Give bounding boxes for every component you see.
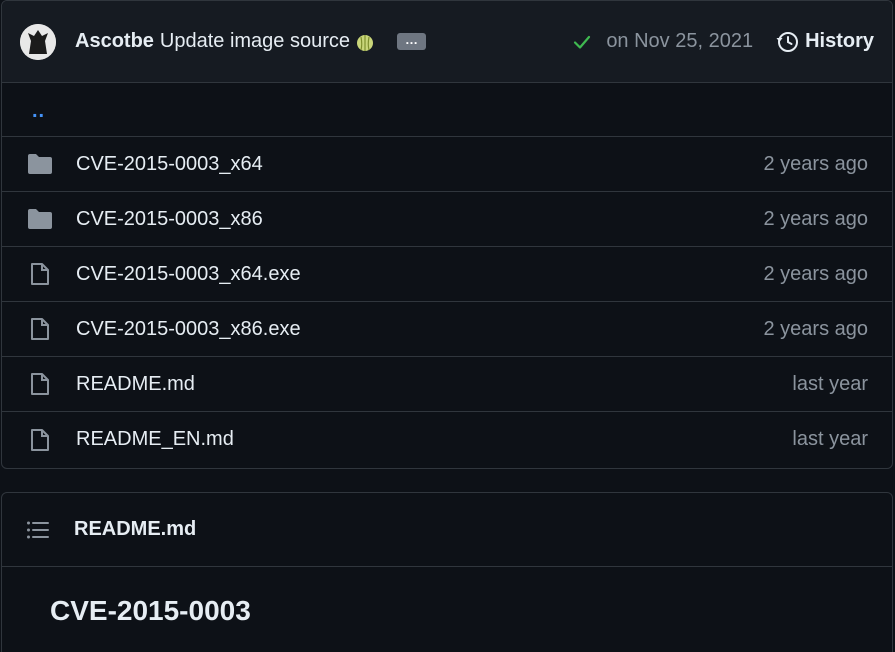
melon-emoji-icon	[355, 32, 375, 52]
last-modified: 2 years ago	[763, 207, 868, 230]
commit-author-link[interactable]: Ascotbe	[75, 30, 154, 53]
list-unordered-icon[interactable]	[26, 520, 50, 540]
check-icon[interactable]	[572, 32, 592, 52]
history-button[interactable]: History	[775, 30, 874, 54]
file-list: CVE-2015-0003_x64 2 years ago CVE-2015-0…	[2, 137, 892, 467]
file-name-link[interactable]: README_EN.md	[76, 428, 234, 451]
commit-message-link[interactable]: Update image source	[160, 30, 350, 53]
last-modified: last year	[792, 372, 868, 395]
file-name-link[interactable]: README.md	[76, 373, 195, 396]
latest-commit-bar: Ascotbe Update image source … on Nov 25,…	[2, 1, 892, 83]
commit-date[interactable]: on Nov 25, 2021	[606, 30, 753, 53]
history-icon	[776, 31, 799, 52]
parent-directory-link[interactable]: ..	[32, 100, 45, 123]
history-label: History	[805, 30, 874, 52]
readme-heading: CVE-2015-0003	[50, 595, 251, 626]
file-name-link[interactable]: CVE-2015-0003_x64.exe	[76, 263, 301, 286]
last-modified: 2 years ago	[763, 317, 868, 340]
readme-panel: README.md CVE-2015-0003	[1, 492, 893, 652]
file-name-link[interactable]: CVE-2015-0003_x86	[76, 208, 263, 231]
table-row[interactable]: CVE-2015-0003_x64 2 years ago	[2, 137, 892, 192]
file-icon	[26, 372, 54, 396]
table-row[interactable]: CVE-2015-0003_x64.exe 2 years ago	[2, 247, 892, 302]
file-name-link[interactable]: CVE-2015-0003_x86.exe	[76, 318, 301, 341]
file-icon	[26, 262, 54, 286]
table-row[interactable]: CVE-2015-0003_x86 2 years ago	[2, 192, 892, 247]
table-row[interactable]: CVE-2015-0003_x86.exe 2 years ago	[2, 302, 892, 357]
readme-title[interactable]: README.md	[74, 518, 196, 541]
folder-icon	[26, 207, 54, 231]
file-name-link[interactable]: CVE-2015-0003_x64	[76, 153, 263, 176]
folder-icon	[26, 152, 54, 176]
table-row[interactable]: README.md last year	[2, 357, 892, 412]
avatar[interactable]	[20, 23, 56, 60]
file-icon	[26, 317, 54, 341]
last-modified: 2 years ago	[763, 262, 868, 285]
expand-commit-button[interactable]: …	[397, 32, 427, 50]
file-browser: Ascotbe Update image source … on Nov 25,…	[1, 0, 893, 469]
table-row[interactable]: README_EN.md last year	[2, 412, 892, 467]
readme-header: README.md	[2, 493, 892, 567]
ellipsis-label: …	[405, 32, 419, 47]
last-modified: last year	[792, 428, 868, 450]
parent-directory-row[interactable]: ..	[2, 83, 892, 137]
file-icon	[26, 428, 54, 452]
last-modified: 2 years ago	[763, 152, 868, 175]
